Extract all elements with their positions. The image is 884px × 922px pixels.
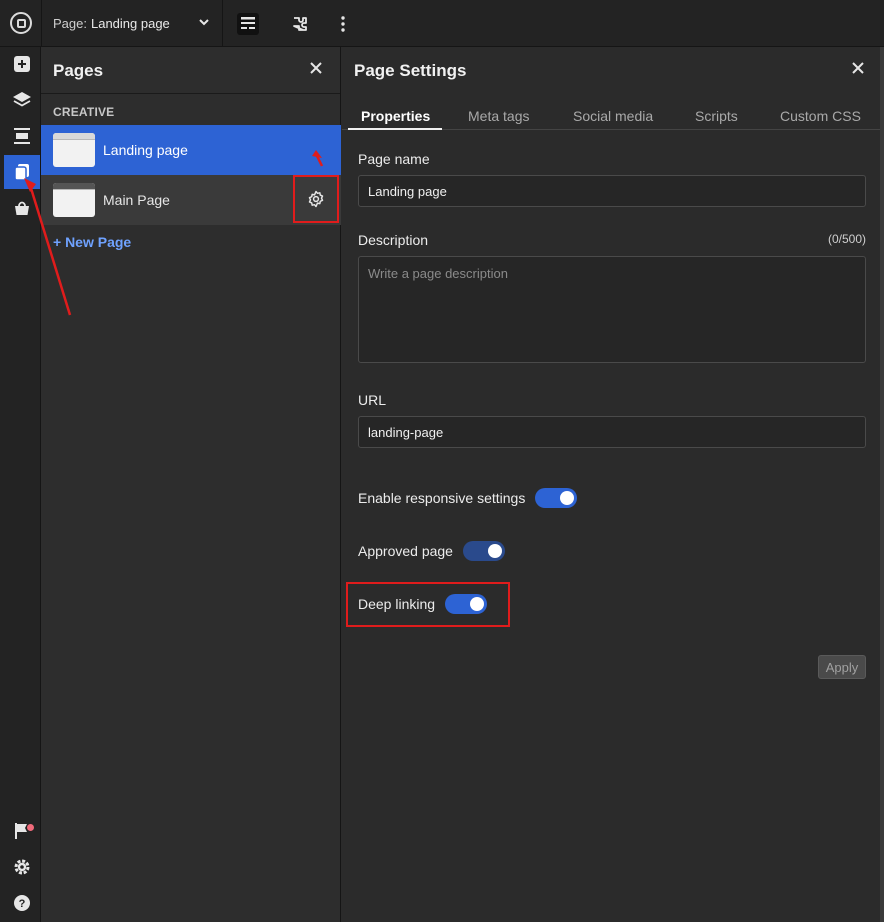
plugin-icon[interactable]	[288, 12, 312, 36]
left-rail: ?	[0, 47, 41, 922]
layout-template-icon[interactable]	[236, 12, 260, 36]
pages-icon[interactable]	[4, 155, 40, 189]
layers-icon[interactable]	[4, 83, 40, 117]
page-settings-panel: Page Settings Properties Meta tags Socia…	[342, 47, 884, 922]
pages-panel-header: Pages	[41, 47, 340, 94]
page-item-label: Main Page	[103, 192, 170, 208]
apply-button[interactable]: Apply	[818, 655, 866, 679]
tab-properties[interactable]: Properties	[361, 108, 430, 124]
deep-linking-label: Deep linking	[358, 596, 436, 612]
settings-panel-header: Page Settings	[342, 47, 884, 94]
deep-linking-row: Deep linking	[358, 594, 488, 614]
responsive-settings-toggle[interactable]	[535, 488, 578, 508]
pages-panel: Pages CREATIVE Landing page Main Page + …	[41, 47, 341, 922]
active-tab-indicator	[348, 128, 442, 130]
sections-icon[interactable]	[4, 119, 40, 153]
url-input[interactable]	[358, 416, 866, 448]
page-selector[interactable]: Page: Landing page	[53, 16, 209, 31]
close-icon[interactable]	[309, 59, 323, 79]
page-name-input[interactable]	[358, 175, 866, 207]
svg-text:?: ?	[19, 898, 26, 910]
page-selector-value: Landing page	[90, 16, 170, 31]
add-element-icon[interactable]	[4, 47, 40, 81]
panel-edge	[880, 47, 884, 922]
tab-scripts[interactable]: Scripts	[695, 108, 738, 124]
settings-panel-title: Page Settings	[354, 61, 467, 80]
page-item-landing-page[interactable]: Landing page	[41, 125, 341, 175]
approved-page-label: Approved page	[358, 543, 453, 559]
page-name-label: Page name	[358, 151, 430, 167]
close-icon[interactable]	[851, 59, 865, 79]
approved-page-row: Approved page	[358, 541, 505, 561]
tab-custom-css[interactable]: Custom CSS	[780, 108, 861, 124]
app-logo-icon[interactable]	[10, 12, 32, 34]
page-item-label: Landing page	[103, 142, 188, 158]
pages-section-label: CREATIVE	[53, 105, 115, 119]
settings-gear-icon[interactable]	[4, 850, 40, 884]
page-settings-button[interactable]	[293, 175, 339, 223]
help-icon[interactable]: ?	[4, 886, 40, 920]
pages-panel-title: Pages	[53, 61, 104, 80]
flag-icon[interactable]	[4, 814, 40, 848]
page-thumbnail	[53, 183, 95, 217]
responsive-settings-row: Enable responsive settings	[358, 488, 578, 508]
responsive-settings-label: Enable responsive settings	[358, 490, 526, 506]
more-vertical-icon[interactable]	[331, 12, 355, 36]
description-counter: (0/500)	[827, 232, 866, 246]
tab-meta-tags[interactable]: Meta tags	[468, 108, 529, 124]
chevron-down-icon	[198, 16, 210, 31]
gear-icon	[308, 190, 324, 208]
settings-tabs: Properties Meta tags Social media Script…	[342, 94, 884, 130]
deep-linking-toggle[interactable]	[445, 594, 488, 614]
page-selector-prefix: Page:	[53, 16, 87, 31]
page-thumbnail	[53, 133, 95, 167]
description-label: Description	[358, 232, 429, 248]
url-label: URL	[358, 392, 387, 408]
approved-page-toggle[interactable]	[462, 541, 505, 561]
description-textarea[interactable]: Write a page description	[358, 256, 866, 363]
tab-social-media[interactable]: Social media	[573, 108, 653, 124]
page-item-main-page[interactable]: Main Page	[41, 175, 341, 225]
new-page-link[interactable]: + New Page	[53, 234, 131, 250]
store-bag-icon[interactable]	[4, 191, 40, 225]
notification-dot	[27, 824, 34, 831]
description-placeholder: Write a page description	[368, 266, 508, 281]
top-toolbar: Page: Landing page	[0, 0, 884, 47]
